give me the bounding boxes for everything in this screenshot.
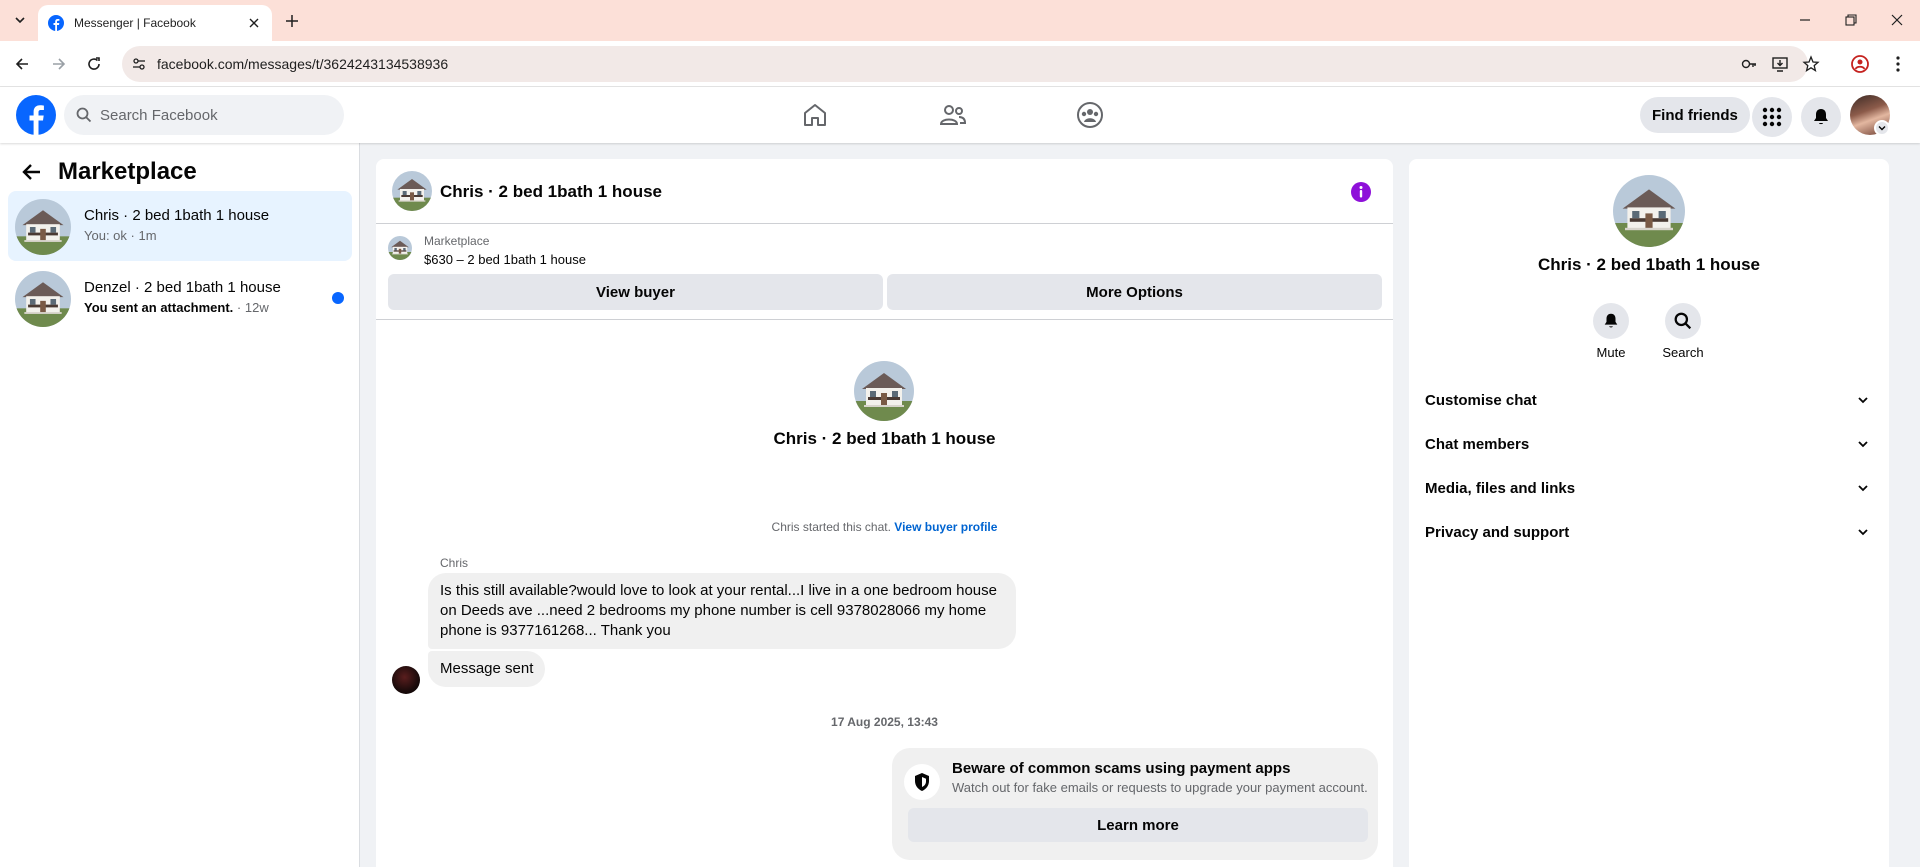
scam-warning-title: Beware of common scams using payment app… (952, 760, 1291, 777)
conversation-preview: You sent an attachment. · 12w (84, 300, 269, 315)
account-chevron-down-icon[interactable] (1874, 120, 1890, 136)
house-avatar (854, 361, 914, 421)
conversation-name: Denzel · 2 bed 1bath 1 house (84, 279, 281, 296)
house-avatar (1613, 175, 1685, 247)
site-settings-icon[interactable] (130, 55, 148, 73)
facebook-header: Find friends (0, 87, 1920, 143)
sender-name: Chris (440, 556, 469, 570)
chat-started-notice: Chris started this chat. View buyer prof… (771, 520, 998, 534)
nav-friends-icon[interactable] (898, 95, 1008, 135)
browser-toolbar: facebook.com/messages/t/3624243134538936 (0, 41, 1920, 87)
listing-price[interactable]: $630 – 2 bed 1bath 1 house (424, 252, 586, 267)
new-tab-plus-icon[interactable] (282, 11, 302, 31)
learn-more-button[interactable]: Learn more (908, 808, 1368, 842)
conversation-sidebar: Marketplace Chris · 2 bed 1bath 1 house … (0, 143, 360, 867)
chevron-down-icon (1853, 522, 1873, 542)
privacy-support-section[interactable]: Privacy and support (1425, 512, 1873, 552)
notifications-bell-icon[interactable] (1801, 97, 1841, 137)
page-scrollbar[interactable] (1910, 87, 1920, 867)
house-avatar (15, 271, 71, 327)
nav-home-icon[interactable] (760, 95, 870, 135)
conversation-preview: You: ok · 1m (84, 228, 157, 243)
nav-groups-icon[interactable] (1035, 95, 1145, 135)
info-icon[interactable] (1350, 181, 1372, 203)
thread-hero-title: Chris · 2 bed 1bath 1 house (773, 429, 996, 448)
customise-chat-section[interactable]: Customise chat (1425, 380, 1873, 420)
sender-avatar[interactable] (392, 666, 420, 694)
chrome-profile-icon[interactable] (1849, 53, 1871, 75)
browser-tab-messenger[interactable]: Messenger | Facebook (38, 5, 272, 41)
search-icon (1665, 303, 1701, 339)
more-options-button[interactable]: More Options (887, 274, 1382, 310)
mute-button[interactable]: Mute (1579, 303, 1643, 360)
bookmark-star-icon[interactable] (1802, 55, 1820, 73)
house-avatar (15, 199, 71, 255)
facebook-logo-icon[interactable] (16, 95, 56, 135)
conversation-name: Chris · 2 bed 1bath 1 house (84, 207, 270, 224)
close-window-icon[interactable] (1884, 10, 1910, 30)
listing-label: Marketplace (424, 234, 490, 248)
restore-window-icon[interactable] (1838, 10, 1864, 30)
browser-menu-icon[interactable] (1887, 53, 1909, 75)
tab-title: Messenger | Facebook (74, 16, 196, 30)
shield-icon (904, 764, 940, 800)
chevron-down-icon (1853, 478, 1873, 498)
sidebar-title: Marketplace (58, 158, 197, 185)
minimize-window-icon[interactable] (1792, 10, 1818, 30)
house-avatar[interactable] (392, 171, 432, 211)
facebook-favicon-icon (48, 15, 64, 31)
tab-search-chevron-icon[interactable] (8, 10, 32, 30)
address-bar[interactable]: facebook.com/messages/t/3624243134538936 (122, 46, 1820, 82)
password-key-icon[interactable] (1740, 55, 1758, 73)
reload-icon[interactable] (83, 53, 105, 75)
forward-arrow-icon[interactable] (48, 53, 70, 75)
back-arrow-icon[interactable] (18, 158, 46, 186)
facebook-search-box[interactable] (64, 95, 344, 135)
media-files-links-section[interactable]: Media, files and links (1425, 468, 1873, 508)
chat-title[interactable]: Chris · 2 bed 1bath 1 house (440, 182, 662, 202)
browser-tabstrip: Messenger | Facebook (0, 0, 1920, 41)
chevron-down-icon (1853, 390, 1873, 410)
chevron-down-icon (1853, 434, 1873, 454)
search-input[interactable] (100, 106, 320, 124)
scam-warning-text: Watch out for fake emails or requests to… (952, 780, 1368, 795)
search-icon (76, 107, 92, 123)
menu-grid-icon[interactable] (1752, 97, 1792, 137)
message-bubble[interactable]: Message sent (428, 651, 546, 687)
bell-icon (1593, 303, 1629, 339)
view-buyer-profile-link[interactable]: View buyer profile (894, 520, 997, 534)
chat-header: Chris · 2 bed 1bath 1 house (376, 159, 1393, 224)
chat-members-section[interactable]: Chat members (1425, 424, 1873, 464)
marketplace-listing-bar: Marketplace $630 – 2 bed 1bath 1 house V… (376, 224, 1393, 320)
message-bubble[interactable]: Is this still available?would love to lo… (428, 573, 1016, 649)
chat-info-panel: Chris · 2 bed 1bath 1 house Mute Search … (1409, 159, 1889, 867)
install-app-icon[interactable] (1771, 55, 1789, 73)
url-text[interactable]: facebook.com/messages/t/3624243134538936 (157, 56, 448, 72)
listing-thumbnail[interactable] (388, 236, 412, 260)
view-buyer-button[interactable]: View buyer (388, 274, 883, 310)
conversation-item-denzel[interactable]: Denzel · 2 bed 1bath 1 house You sent an… (8, 263, 352, 333)
scam-warning-card: Beware of common scams using payment app… (892, 748, 1378, 860)
back-arrow-icon[interactable] (11, 53, 33, 75)
info-panel-title: Chris · 2 bed 1bath 1 house (1538, 255, 1760, 274)
search-in-chat-button[interactable]: Search (1651, 303, 1715, 360)
find-friends-button[interactable]: Find friends (1640, 97, 1750, 133)
chat-window: Chris · 2 bed 1bath 1 house Marketplace … (376, 159, 1393, 867)
close-tab-icon[interactable] (246, 15, 262, 31)
message-timestamp: 17 Aug 2025, 13:43 (831, 715, 938, 729)
unread-indicator (332, 292, 344, 304)
conversation-item-chris[interactable]: Chris · 2 bed 1bath 1 house You: ok · 1m (8, 191, 352, 261)
